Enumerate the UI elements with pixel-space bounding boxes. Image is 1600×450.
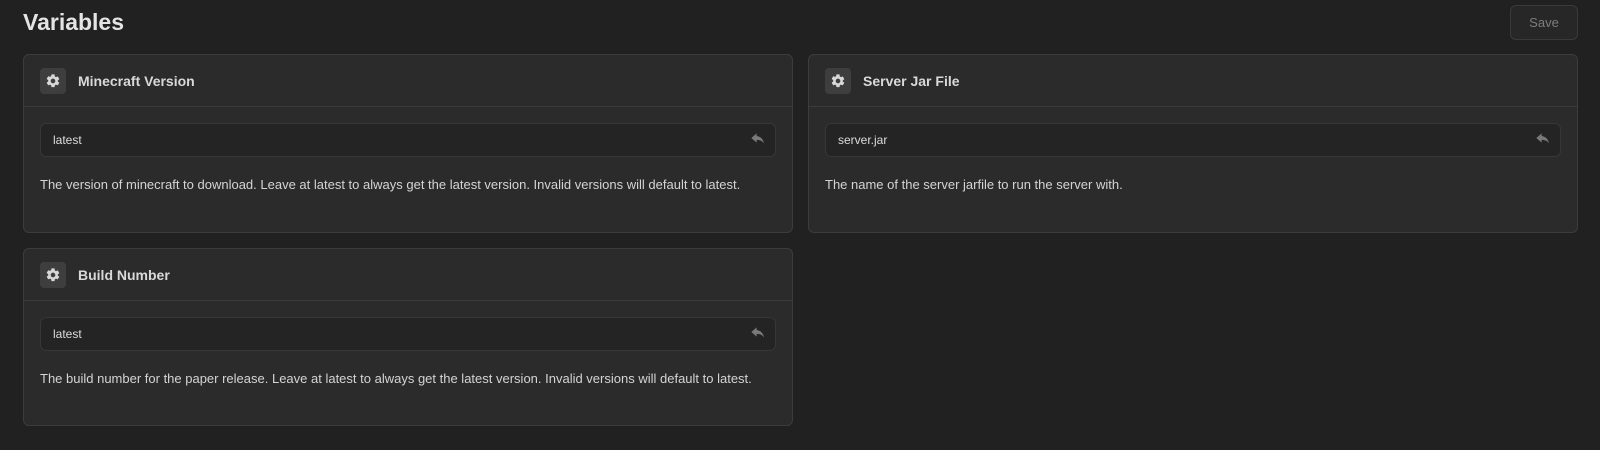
undo-icon[interactable] — [749, 132, 767, 148]
gear-icon — [825, 67, 851, 94]
card-header: Server Jar File — [809, 55, 1577, 107]
variable-card-minecraft-version: Minecraft Version The version of minecra… — [23, 54, 793, 233]
page-title: Variables — [23, 9, 125, 35]
variable-description: The version of minecraft to download. Le… — [40, 177, 741, 192]
card-header: Minecraft Version — [24, 55, 792, 107]
card-header: Build Number — [24, 249, 792, 301]
gear-icon — [40, 67, 66, 94]
variable-card-build-number: Build Number The build number for the pa… — [23, 248, 793, 426]
variable-description: The build number for the paper release. … — [40, 371, 752, 386]
card-title: Server Jar File — [863, 72, 960, 89]
variable-input-wrapper — [825, 123, 1561, 157]
variable-input-wrapper — [40, 317, 776, 351]
card-body: The name of the server jarfile to run th… — [809, 107, 1577, 197]
variable-input-wrapper — [40, 123, 776, 157]
card-title: Minecraft Version — [78, 72, 195, 89]
card-body: The version of minecraft to download. Le… — [24, 107, 792, 197]
variable-description: The name of the server jarfile to run th… — [825, 177, 1123, 192]
gear-icon — [40, 261, 66, 288]
undo-icon[interactable] — [749, 326, 767, 342]
save-button[interactable]: Save — [1510, 5, 1578, 40]
server-jar-file-input[interactable] — [826, 124, 1560, 156]
undo-icon[interactable] — [1534, 132, 1552, 148]
build-number-input[interactable] — [41, 318, 775, 350]
card-body: The build number for the paper release. … — [24, 301, 792, 391]
variables-page: Variables Save Minecraft Version The ver… — [0, 0, 1600, 450]
minecraft-version-input[interactable] — [41, 124, 775, 156]
card-title: Build Number — [78, 266, 170, 283]
variable-card-server-jar-file: Server Jar File The name of the server j… — [808, 54, 1578, 233]
